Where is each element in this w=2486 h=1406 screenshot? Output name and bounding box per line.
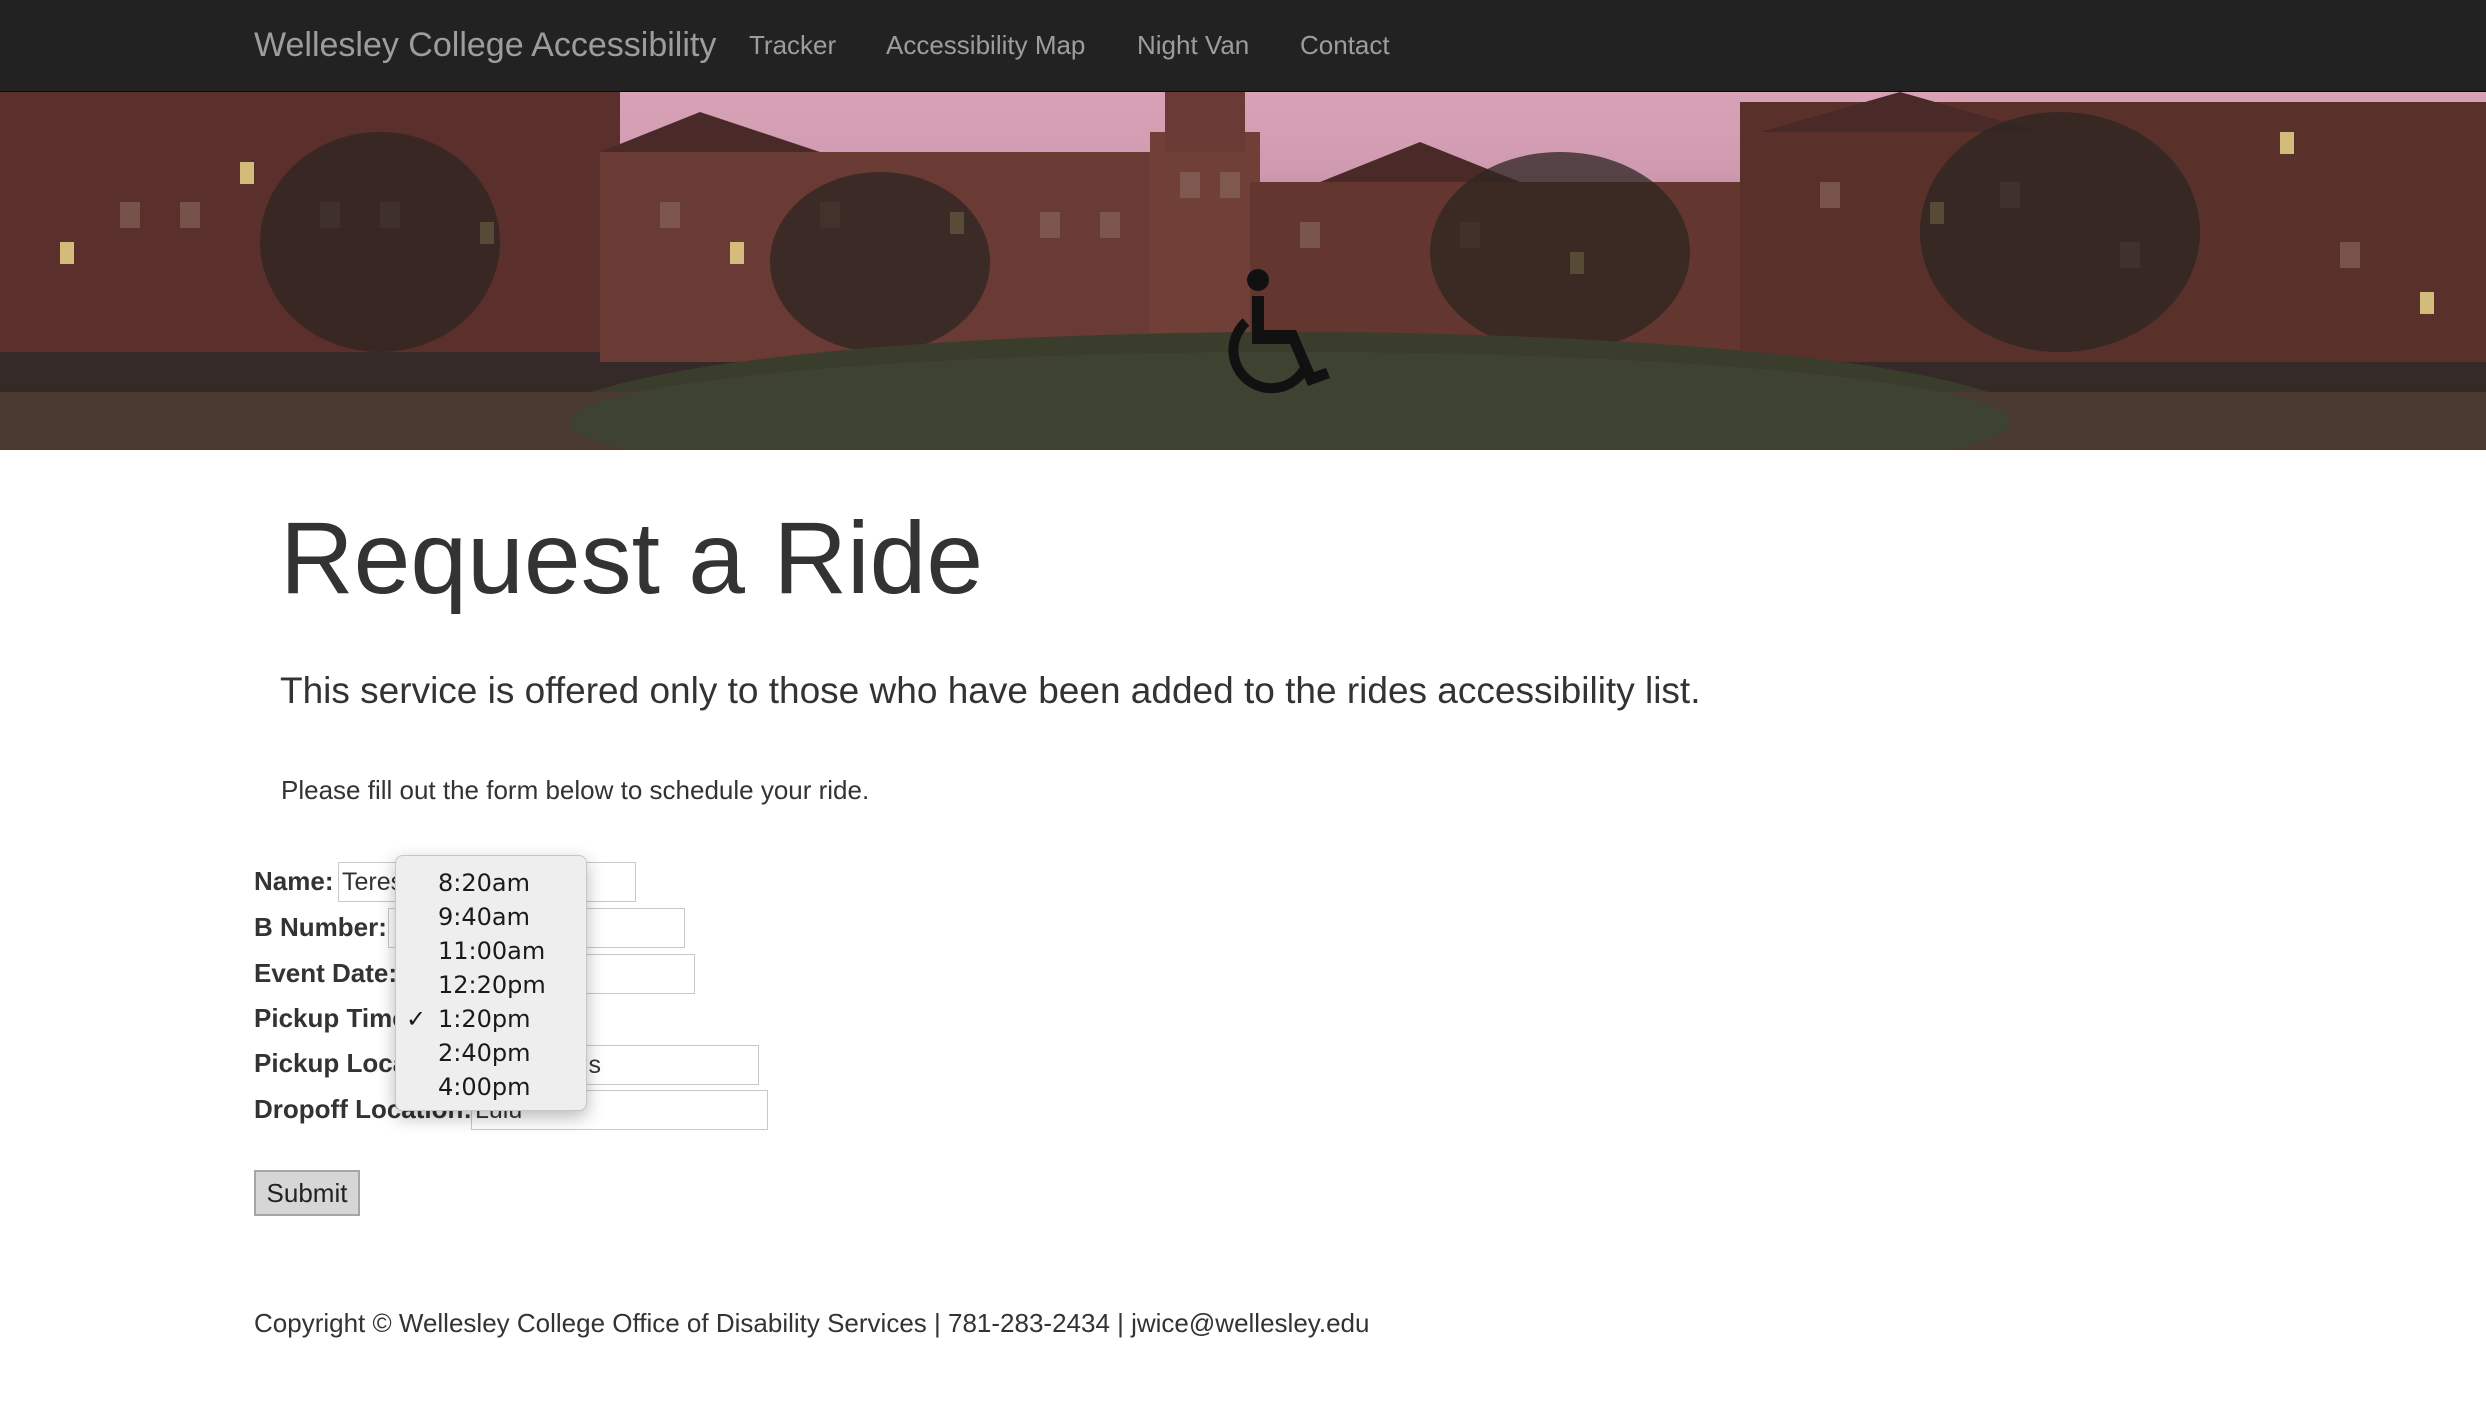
b-number-label: B Number: [254,912,387,942]
pickup-time-option[interactable]: 11:00am [396,934,586,968]
checkmark-icon: ✓ [406,1005,427,1033]
option-label: 2:40pm [438,1039,531,1067]
footer-copyright: Copyright © Wellesley College Office of … [254,1308,1370,1338]
service-notice: This service is offered only to those wh… [280,670,1701,711]
option-label: 9:40am [438,903,530,931]
pickup-time-option[interactable]: 2:40pm [396,1036,586,1070]
submit-button[interactable]: Submit [254,1170,360,1216]
pickup-time-dropdown-menu: 8:20am 9:40am 11:00am 12:20pm ✓ 1:20pm 2… [395,855,587,1111]
navbar-brand[interactable]: Wellesley College Accessibility [254,26,716,65]
option-label: 11:00am [438,937,546,965]
pickup-location-label: Pickup Loca [254,1048,408,1078]
pickup-time-option[interactable]: 4:00pm [396,1070,586,1104]
page-title: Request a Ride [280,501,984,615]
option-label: 1:20pm [438,1005,531,1033]
nav-link-night-van[interactable]: Night Van [1137,30,1249,61]
form-instructions: Please fill out the form below to schedu… [281,775,870,805]
nav-link-tracker[interactable]: Tracker [749,30,836,61]
pickup-time-option[interactable]: 9:40am [396,900,586,934]
option-label: 4:00pm [438,1073,531,1101]
top-navbar: Wellesley College Accessibility Tracker … [0,0,2486,92]
pickup-time-option[interactable]: 8:20am [396,866,586,900]
pickup-time-label: Pickup Time [254,1003,407,1033]
name-label: Name: [254,866,334,896]
option-label: 12:20pm [438,971,546,999]
pickup-time-option-selected[interactable]: ✓ 1:20pm [396,1002,586,1036]
nav-link-contact[interactable]: Contact [1300,30,1390,61]
event-date-label: Event Date: [254,958,398,988]
nav-link-accessibility-map[interactable]: Accessibility Map [886,30,1085,61]
pickup-time-option[interactable]: 12:20pm [396,968,586,1002]
wheelchair-icon [1228,269,1330,394]
campus-banner [0,92,2486,450]
option-label: 8:20am [438,869,530,897]
